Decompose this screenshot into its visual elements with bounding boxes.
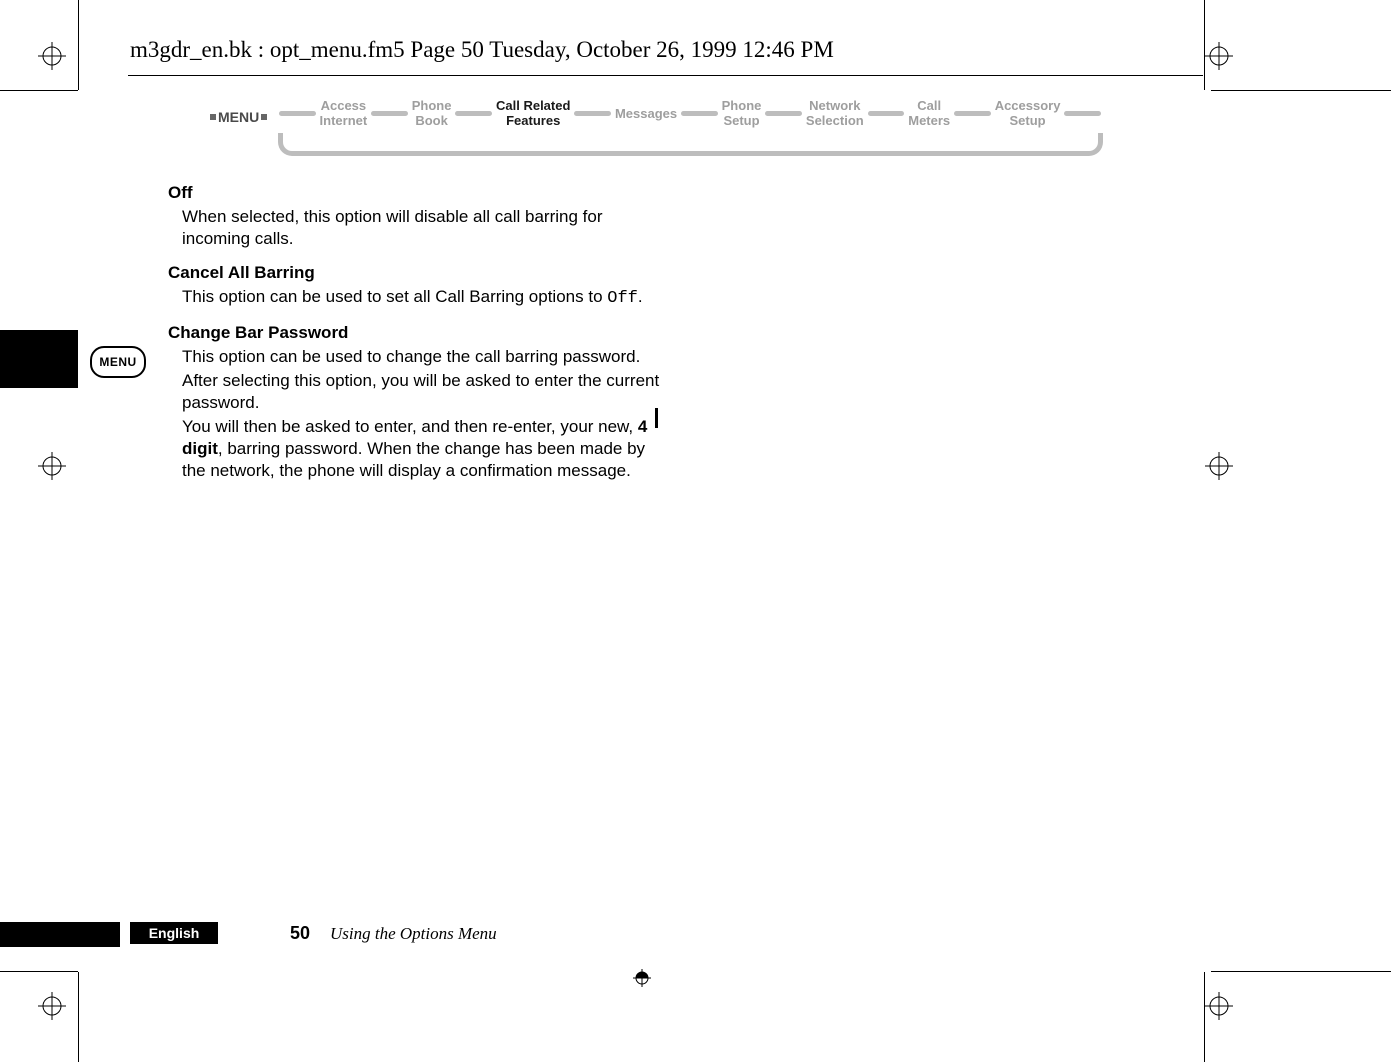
footer-black-tab xyxy=(0,922,120,947)
text: . xyxy=(638,287,643,306)
ribbon-item-phone-setup: Phone Setup xyxy=(722,98,762,128)
footer-language: English xyxy=(130,922,218,944)
ribbon-item-call-meters: Call Meters xyxy=(908,98,950,128)
change-bar xyxy=(655,408,658,428)
menu-ribbon-label: MENU xyxy=(210,109,267,125)
registration-mark-icon xyxy=(38,992,66,1020)
footer-page-number: 50 xyxy=(290,923,310,944)
crop-line xyxy=(0,971,78,972)
menu-key-badge: MENU xyxy=(90,346,146,378)
paragraph-cancel: This option can be used to set all Call … xyxy=(182,286,673,310)
running-header: m3gdr_en.bk : opt_menu.fm5 Page 50 Tuesd… xyxy=(130,37,834,63)
ribbon-connector xyxy=(765,111,802,116)
square-bullet-icon xyxy=(261,114,267,120)
crop-line xyxy=(0,90,78,91)
header-rule xyxy=(128,75,1203,76)
ribbon-connector xyxy=(371,111,408,116)
paragraph-off: When selected, this option will disable … xyxy=(182,206,673,250)
ribbon-connector xyxy=(954,111,991,116)
registration-mark-icon xyxy=(1205,992,1233,1020)
registration-mark-icon xyxy=(1205,42,1233,70)
ribbon-item-access-internet: Access Internet xyxy=(320,98,368,128)
ribbon-connector xyxy=(574,111,611,116)
text: , barring password. When the change has … xyxy=(182,439,645,480)
square-bullet-icon xyxy=(210,114,216,120)
crop-line xyxy=(1211,90,1391,91)
text: This option can be used to set all Call … xyxy=(182,287,607,306)
menu-ribbon: MENU Access Internet Phone Book Call Rel… xyxy=(210,95,1105,150)
body-content: Off When selected, this option will disa… xyxy=(168,170,673,484)
paragraph-change-2: After selecting this option, you will be… xyxy=(182,370,673,414)
menu-ribbon-label-text: MENU xyxy=(218,109,259,125)
registration-mark-icon xyxy=(38,42,66,70)
text: You will then be asked to enter, and the… xyxy=(182,417,638,436)
ribbon-connector xyxy=(1064,111,1101,116)
ribbon-item-network-selection: Network Selection xyxy=(806,98,864,128)
heading-off: Off xyxy=(168,182,673,204)
heading-change-bar-password: Change Bar Password xyxy=(168,322,673,344)
ribbon-item-call-related-features: Call Related Features xyxy=(496,98,570,128)
crop-line xyxy=(78,972,79,1062)
paragraph-change-1: This option can be used to change the ca… xyxy=(182,346,673,368)
menu-key-badge-label: MENU xyxy=(99,355,136,369)
registration-mark-icon xyxy=(38,452,66,480)
paragraph-change-3: You will then be asked to enter, and the… xyxy=(182,416,673,482)
registration-mark-icon xyxy=(633,969,651,987)
ribbon-connector xyxy=(868,111,905,116)
ribbon-track-bottom xyxy=(278,133,1103,156)
ribbon-item-accessory-setup: Accessory Setup xyxy=(995,98,1061,128)
thumb-tab xyxy=(0,330,78,388)
ribbon-item-messages: Messages xyxy=(615,106,677,121)
crop-line xyxy=(78,0,79,90)
menu-ribbon-items: Access Internet Phone Book Call Related … xyxy=(275,98,1105,128)
crop-line xyxy=(1211,971,1391,972)
ribbon-connector xyxy=(455,111,492,116)
ribbon-item-phone-book: Phone Book xyxy=(412,98,452,128)
footer-chapter-title: Using the Options Menu xyxy=(330,924,497,944)
registration-mark-icon xyxy=(1205,452,1233,480)
heading-cancel-all-barring: Cancel All Barring xyxy=(168,262,673,284)
code-off: Off xyxy=(607,289,638,308)
ribbon-connector xyxy=(279,111,316,116)
ribbon-connector xyxy=(681,111,718,116)
